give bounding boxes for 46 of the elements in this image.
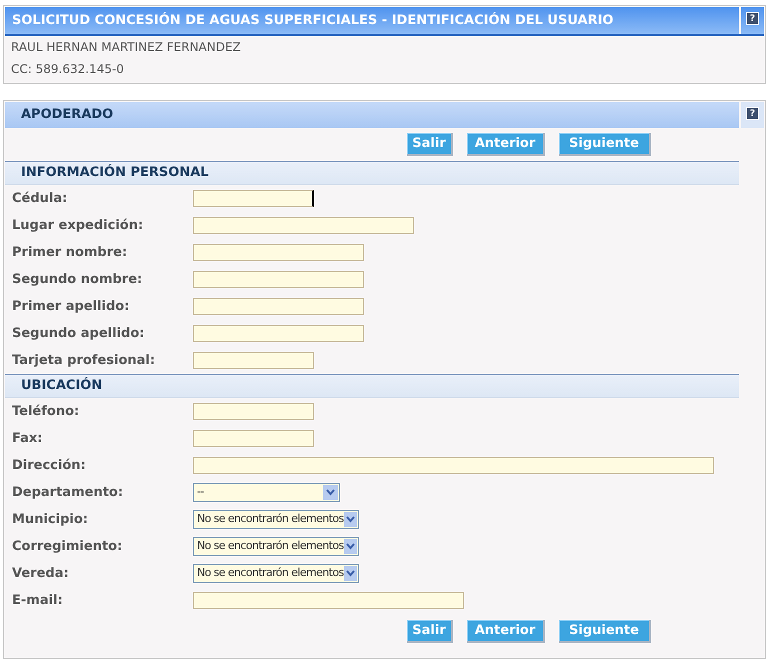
section-title: UBICACIÓN [21,376,102,396]
dropdown-field[interactable]: No se encontrarón elementos [193,510,359,529]
user-name: RAUL HERNAN MARTINEZ FERNANDEZ [11,39,242,56]
field-label: Corregimiento: [12,538,124,556]
form-title: APODERADO [21,106,114,124]
chevron-down-icon [323,485,338,500]
dropdown-value: -- [197,484,204,500]
text-field[interactable] [193,430,314,447]
field-label: Primer apellido: [12,298,130,316]
field-label: Segundo apellido: [12,324,146,343]
dropdown-field[interactable]: No se encontrarón elementos [193,537,359,556]
section-title: INFORMACIÓN PERSONAL [21,163,209,182]
user-id: CC: 589.632.145-0 [11,61,125,78]
help-button[interactable]: ? [746,12,759,25]
dropdown-value: No se encontrarón elementos [197,565,344,582]
text-field[interactable] [193,592,464,609]
field-label: Vereda: [12,564,70,583]
field-label: Teléfono: [12,402,80,421]
text-field[interactable] [193,403,314,420]
text-field[interactable] [193,298,364,315]
text-field[interactable] [193,244,364,261]
chevron-down-icon [344,512,357,527]
dropdown-field[interactable]: No se encontrarón elementos [193,564,359,583]
chevron-down-icon [344,566,357,581]
field-label: Fax: [12,430,44,448]
field-label: Cédula: [12,190,68,208]
field-label: Municipio: [12,510,89,529]
field-label: Primer nombre: [12,244,128,262]
text-field[interactable] [193,352,314,369]
field-label: Tarjeta profesional: [12,352,156,370]
dropdown-field[interactable]: -- [193,483,340,502]
text-field[interactable] [193,325,364,342]
text-field[interactable] [193,217,414,234]
text-field[interactable] [193,457,714,474]
dropdown-value: No se encontrarón elementos [197,538,344,554]
page-title: SOLICITUD CONCESIÓN DE AGUAS SUPERFICIALES - IDENTIFICACIÓN DEL USUARIO [12,11,614,30]
field-label: Segundo nombre: [12,270,144,289]
help-button[interactable]: ? [746,107,759,120]
text-field[interactable] [193,190,314,207]
field-label: Departamento: [12,484,124,502]
text-field[interactable] [193,271,364,288]
field-label: Dirección: [12,456,87,475]
field-label: Lugar expedición: [12,216,144,235]
field-label: E-mail: [12,592,64,610]
chevron-down-icon [344,539,357,554]
dropdown-value: No se encontrarón elementos [197,511,344,528]
